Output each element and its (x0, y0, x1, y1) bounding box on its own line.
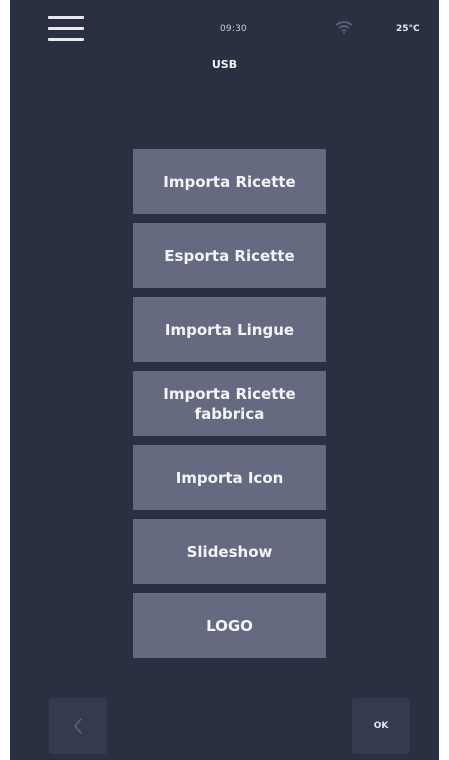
export-recipes-button[interactable]: Esporta Ricette (133, 223, 326, 288)
chevron-left-icon (74, 718, 82, 734)
wifi-icon (335, 21, 353, 34)
import-icon-button[interactable]: Importa Icon (133, 445, 326, 510)
hamburger-menu-button[interactable] (46, 14, 86, 44)
import-languages-button[interactable]: Importa Lingue (133, 297, 326, 362)
import-factory-recipes-button[interactable]: Importa Ricette fabbrica (133, 371, 326, 436)
temperature-readout: 25°C (396, 24, 420, 34)
usb-menu-list: Importa Ricette Esporta Ricette Importa … (133, 149, 326, 667)
logo-button[interactable]: LOGO (133, 593, 326, 658)
import-recipes-button[interactable]: Importa Ricette (133, 149, 326, 214)
page-title: USB (211, 58, 238, 71)
back-button[interactable] (49, 698, 107, 754)
device-screen: 09:30 25°C USB Importa Ricette Esporta R… (10, 0, 439, 760)
ok-button-label: OK (373, 721, 389, 731)
ok-button[interactable]: OK (352, 698, 410, 754)
clock-time: 09:30 (220, 24, 247, 34)
slideshow-button[interactable]: Slideshow (133, 519, 326, 584)
status-bar: 09:30 25°C (10, 0, 439, 56)
